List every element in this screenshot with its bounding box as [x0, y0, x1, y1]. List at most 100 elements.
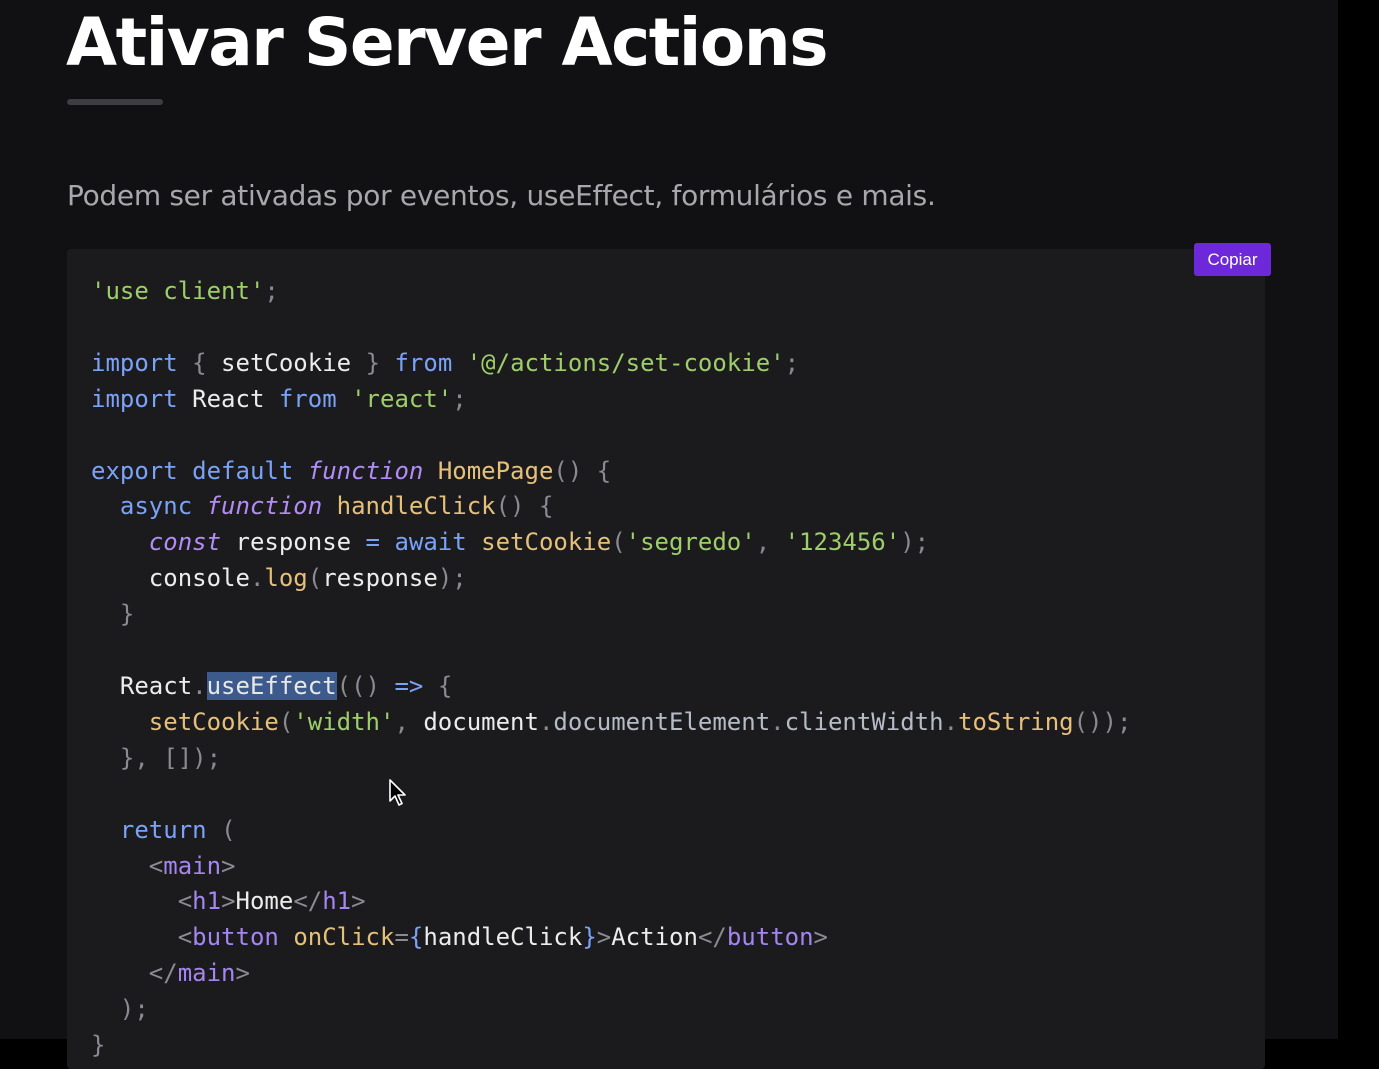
code-punctuation: { — [437, 671, 453, 700]
code-keyword: async — [119, 492, 193, 521]
code-punctuation: } — [119, 600, 135, 629]
code-line: console.log(response); — [91, 564, 467, 592]
code-line: </main> — [91, 959, 250, 987]
code-identifier — [91, 744, 120, 772]
code-identifier — [91, 816, 120, 844]
code-punctuation: > — [221, 851, 236, 880]
code-tag: button — [726, 923, 814, 952]
code-line: } — [91, 1031, 105, 1059]
code-punctuation: > — [235, 959, 250, 988]
mouse-cursor-icon — [389, 779, 406, 806]
code-identifier — [91, 923, 178, 951]
code-keyword-italic: function — [206, 492, 323, 521]
code-identifier: response — [322, 564, 438, 593]
code-identifier — [207, 816, 221, 844]
code-line: setCookie('width', document.documentElem… — [91, 707, 1132, 736]
code-punctuation: ; — [784, 348, 800, 377]
code-tag: h1 — [322, 887, 352, 916]
code-keyword: return — [119, 815, 207, 844]
code-punctuation: = — [394, 923, 409, 952]
code-punctuation: { — [192, 348, 207, 377]
code-tag: button — [192, 923, 279, 952]
code-keyword-italic: const — [148, 528, 222, 557]
code-identifier — [423, 457, 437, 485]
code-keyword: export — [91, 456, 178, 485]
code-property: clientWidth — [784, 707, 944, 736]
code-identifier: React — [177, 384, 279, 413]
code-identifier — [279, 923, 293, 951]
code-tag: h1 — [192, 887, 222, 916]
code-line: <main> — [91, 852, 236, 880]
code-punctuation: ; — [452, 384, 467, 413]
code-function: setCookie — [481, 528, 612, 557]
code-keyword: from — [278, 384, 337, 413]
code-punctuation: ; — [264, 277, 279, 305]
code-keyword: } — [582, 923, 597, 952]
code-identifier — [178, 349, 192, 377]
code-identifier — [423, 672, 437, 700]
code-string: 'segredo' — [625, 528, 756, 557]
code-line: ); — [91, 995, 149, 1023]
code-keyword: await — [394, 528, 467, 557]
title-underline — [67, 99, 163, 105]
code-identifier — [91, 492, 120, 520]
code-identifier: handleClick — [423, 923, 583, 952]
code-line: import { setCookie } from '@/actions/set… — [91, 349, 799, 377]
code-punctuation: ( — [611, 528, 626, 557]
code-keyword-italic: function — [307, 456, 424, 485]
code-punctuation: > — [813, 923, 828, 952]
code-identifier: document — [423, 707, 539, 736]
code-line: }, []); — [91, 744, 221, 772]
code-keyword: default — [192, 456, 294, 485]
code-function: setCookie — [148, 707, 279, 736]
code-punctuation: . — [249, 564, 265, 593]
code-content[interactable]: 'use client'; import { setCookie } from … — [91, 274, 1131, 1064]
page-title: Ativar Server Actions — [66, 4, 828, 81]
code-identifier: Home — [235, 887, 294, 916]
code-punctuation: (() — [336, 671, 395, 700]
code-punctuation: . — [192, 671, 207, 700]
code-punctuation: </ — [697, 923, 727, 952]
code-punctuation: > — [221, 887, 236, 916]
code-tag: main — [163, 851, 222, 880]
code-function: HomePage — [437, 456, 554, 485]
copy-button[interactable]: Copiar — [1194, 243, 1271, 276]
code-keyword: { — [408, 923, 424, 952]
code-line: const response = await setCookie('segred… — [91, 528, 929, 556]
code-function: onClick — [293, 923, 395, 952]
code-identifier — [91, 959, 149, 987]
code-punctuation: () { — [495, 492, 554, 521]
code-identifier — [91, 708, 149, 736]
code-identifier — [178, 457, 192, 485]
code-line: return ( — [91, 816, 236, 844]
code-punctuation: . — [943, 707, 959, 736]
code-punctuation: , — [755, 528, 785, 557]
code-line: } — [91, 600, 134, 628]
code-line: 'use client'; — [91, 277, 279, 305]
code-punctuation: ); — [119, 995, 149, 1024]
code-keyword: import — [91, 348, 178, 377]
code-identifier — [91, 995, 120, 1023]
code-identifier: React — [91, 671, 193, 700]
code-punctuation: }, []); — [119, 743, 222, 772]
code-identifier — [380, 349, 394, 377]
code-punctuation: < — [177, 923, 193, 952]
code-string: 'width' — [293, 707, 395, 736]
code-function: log — [264, 564, 308, 593]
article-page: Ativar Server Actions Podem ser ativadas… — [0, 0, 1338, 1069]
code-keyword: => — [394, 671, 424, 700]
code-punctuation: ( — [307, 564, 323, 593]
code-property: documentElement — [553, 707, 771, 736]
code-keyword: from — [394, 348, 453, 377]
code-identifier — [467, 528, 481, 556]
code-line: export default function HomePage() { — [91, 457, 611, 485]
code-identifier — [337, 385, 351, 413]
code-function: toString — [958, 707, 1074, 736]
code-punctuation: () { — [553, 456, 612, 485]
code-identifier — [192, 492, 206, 520]
code-line: import React from 'react'; — [91, 385, 467, 413]
code-identifier — [293, 457, 307, 485]
code-punctuation: ( — [221, 815, 236, 844]
code-identifier — [380, 528, 394, 556]
code-string: 'use client' — [91, 277, 265, 305]
